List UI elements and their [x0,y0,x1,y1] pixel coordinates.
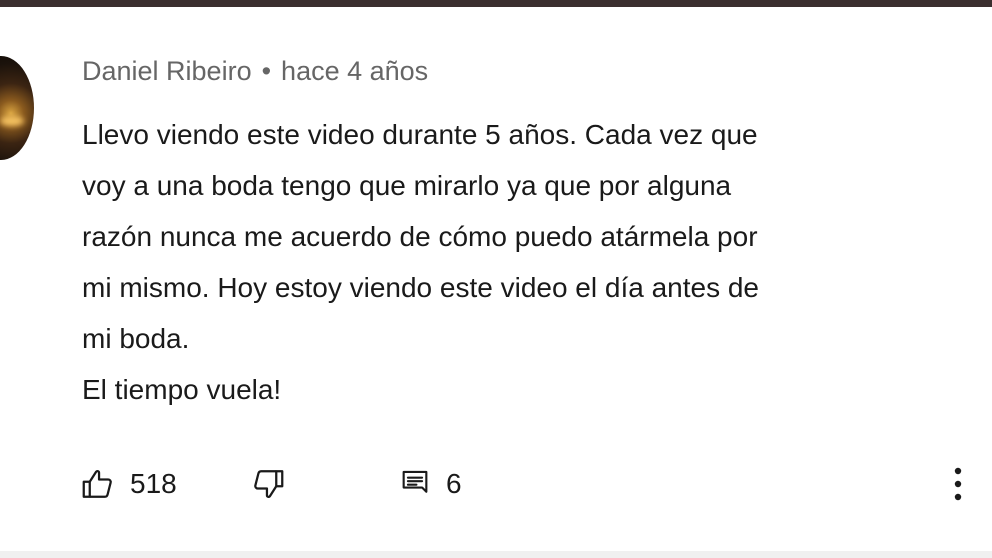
separator-dot: • [261,56,272,86]
reply-count: 6 [446,468,462,499]
comment-header: Daniel Ribeiro • hace 4 años [82,56,428,87]
reply-button[interactable]: 6 [398,462,462,506]
more-vertical-icon [952,464,964,504]
comment-line: El tiempo vuela! [82,374,282,405]
dislike-button[interactable] [250,462,286,506]
thumbs-down-icon [250,466,286,502]
comment-actions: 518 6 [80,462,980,506]
avatar[interactable] [0,56,34,160]
like-button[interactable]: 518 [80,462,177,506]
more-options-button[interactable] [952,462,964,506]
comment-line: voy a una boda tengo que mirarlo ya que … [82,170,732,201]
comment-line: mi boda. [82,323,190,354]
top-border [0,0,992,7]
reply-comment-icon [398,467,432,501]
comment-line: mi mismo. Hoy estoy viendo este video el… [82,272,760,303]
comment-line: Llevo viendo este video durante 5 años. … [82,119,758,150]
comment-line: razón nunca me acuerdo de cómo puedo atá… [82,221,758,252]
thumbs-up-icon [80,466,116,502]
like-count: 518 [130,468,177,499]
comment-time[interactable]: hace 4 años [281,56,428,86]
divider [0,551,992,558]
comment-text: Llevo viendo este video durante 5 años. … [82,109,962,415]
author-name[interactable]: Daniel Ribeiro [82,56,252,86]
